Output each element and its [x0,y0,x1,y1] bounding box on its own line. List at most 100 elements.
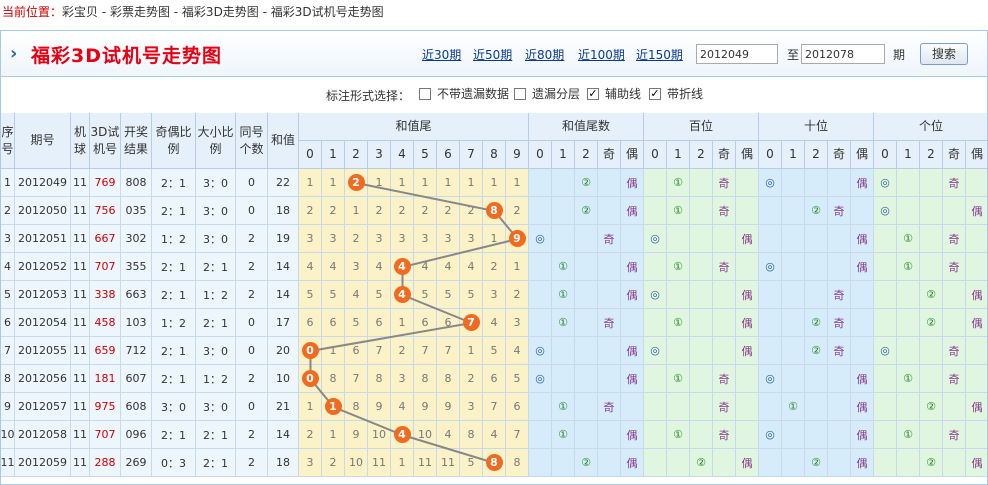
period-link-100[interactable]: 近100期 [578,46,625,63]
sum-tail-miss: 2 [414,197,437,225]
cell-same: 0 [236,197,268,225]
option-polyline[interactable]: ✓ 带折线 [649,85,709,103]
omission-count: 7 [375,344,383,357]
header-mod: 0 [874,141,897,169]
cell-trial: 659 [90,337,121,365]
mark-h: 偶 [736,449,759,477]
header-mod: 2 [920,141,943,169]
header-digit: 1 [322,141,345,169]
sum-tail-miss: 4 [414,253,437,281]
omission-count: 2 [306,428,314,441]
hit-ball: 9 [508,230,526,247]
omission-count: 7 [352,372,360,385]
cell-sum: 19 [268,225,299,253]
mark-t [782,169,805,197]
option-guide-lines[interactable]: ✓ 辅助线 [587,85,647,103]
mark-u [943,309,966,337]
sum-tail-miss: 3 [460,225,483,253]
sum-tail-miss: 3 [368,225,391,253]
mark-u [874,365,897,393]
search-button[interactable]: 搜索 [920,43,968,65]
cell-sum: 18 [268,197,299,225]
sum-tail-miss: 2 [437,197,460,225]
header-mod: 0 [644,141,667,169]
cell-seq: 10 [1,421,15,449]
sum-tail-miss: 7 [414,337,437,365]
start-issue-input[interactable] [696,44,778,64]
omission-count: 5 [329,288,337,301]
option-no-omission[interactable]: 不带遗漏数据 [419,85,509,103]
mark-tn [598,365,621,393]
mark-tn: ① [552,309,575,337]
cell-seq: 5 [1,281,15,309]
hit-ball: 1 [324,398,342,415]
hit-ball: 0 [301,370,319,387]
hit-ball: 4 [393,286,411,303]
cell-oe: 2：1 [152,197,196,225]
period-link-80[interactable]: 近80期 [525,46,564,63]
header-result: 开奖结果 [121,113,152,169]
cell-oe: 2：1 [152,169,196,197]
mark-tn: ② [575,169,598,197]
cell-result: 607 [121,365,152,393]
option-label: 带折线 [667,87,704,101]
sum-tail-miss: 5 [483,337,506,365]
omission-count: 4 [375,260,383,273]
sum-tail-miss: 1 [437,169,460,197]
mark-h [644,253,667,281]
cell-same: 2 [236,365,268,393]
omission-count: 3 [467,232,475,245]
cell-bs: 1：2 [196,281,236,309]
checkbox[interactable] [514,88,526,100]
omission-count: 6 [352,344,360,357]
cell-machine: 11 [71,393,90,421]
cell-oe: 2：1 [152,281,196,309]
mark-u: 偶 [966,309,987,337]
mark-t [805,225,828,253]
mark-tn [621,309,644,337]
header-digit: 7 [460,141,483,169]
mark-h [690,225,713,253]
mark-u: ◎ [874,197,897,225]
mark-tn [621,225,644,253]
period-link-150[interactable]: 近150期 [636,46,683,63]
period-link-30[interactable]: 近30期 [422,46,461,63]
checkbox-checked[interactable]: ✓ [587,88,599,100]
cell-trial: 458 [90,309,121,337]
cell-issue: 2012056 [15,365,71,393]
sum-tail-miss: 1 [299,393,322,421]
cell-seq: 2 [1,197,15,225]
cell-trial: 975 [90,393,121,421]
mark-tn [552,337,575,365]
end-issue-input[interactable] [801,44,885,64]
sum-tail-miss: 8 [414,365,437,393]
omission-count: 4 [444,260,452,273]
sum-tail-miss: 1 [483,225,506,253]
omission-count: 7 [444,344,452,357]
breadcrumb-path[interactable]: 彩宝贝 - 彩票走势图 - 福彩3D走势图 - 福彩3D试机号走势图 [62,5,384,19]
sum-tail-hit: 8 [483,197,506,225]
mark-tn: ① [552,421,575,449]
sum-tail-miss: 3 [322,225,345,253]
header-mod: 2 [575,141,598,169]
sum-tail-miss: 1 [460,169,483,197]
option-omission-layer[interactable]: 遗漏分层 [514,85,584,103]
period-link-50[interactable]: 近50期 [473,46,512,63]
omission-count: 1 [352,204,360,217]
mark-h [736,365,759,393]
omission-count: 2 [306,204,314,217]
mark-tn: 偶 [621,169,644,197]
cell-bs: 1：2 [196,365,236,393]
checkbox-checked[interactable]: ✓ [649,88,661,100]
cell-sum: 14 [268,281,299,309]
sum-tail-hit: 0 [299,337,322,365]
omission-count: 1 [306,400,314,413]
sum-tail-miss: 3 [437,225,460,253]
sum-tail-miss: 2 [460,197,483,225]
sum-tail-miss: 9 [345,421,368,449]
mark-h [713,309,736,337]
checkbox[interactable] [419,88,431,100]
cell-bs: 3：0 [196,197,236,225]
header-issue[interactable]: 期号 [15,113,71,169]
sum-tail-miss: 6 [483,365,506,393]
